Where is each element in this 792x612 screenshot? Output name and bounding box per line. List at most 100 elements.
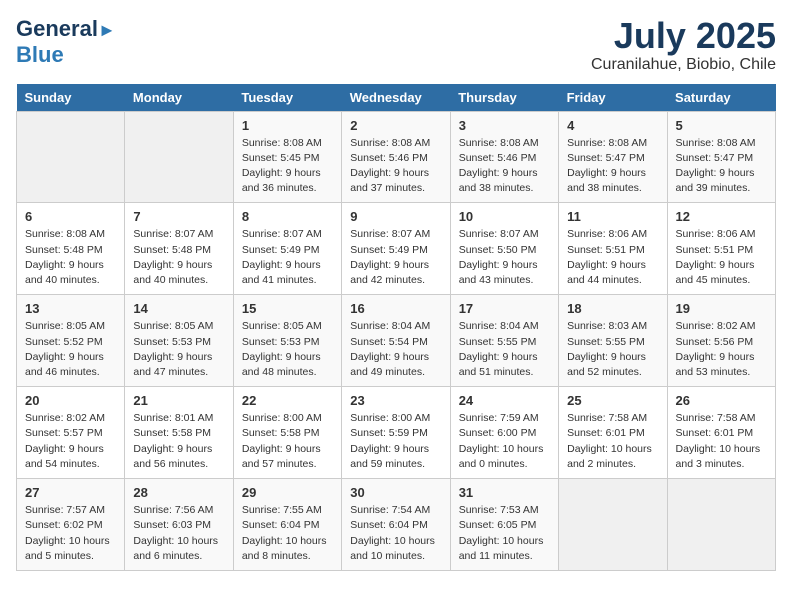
calendar-cell: 6 Sunrise: 8:08 AM Sunset: 5:48 PM Daylig…	[17, 203, 125, 295]
logo-blue: Blue	[16, 42, 64, 67]
calendar-week-row: 13 Sunrise: 8:05 AM Sunset: 5:52 PM Dayli…	[17, 295, 776, 387]
calendar-cell: 21Sunrise: 8:01 AM Sunset: 5:58 PM Dayli…	[125, 387, 233, 479]
calendar-cell: 4Sunrise: 8:08 AM Sunset: 5:47 PM Daylig…	[559, 111, 667, 203]
calendar-cell: 7 Sunrise: 8:07 AM Sunset: 5:48 PM Daylig…	[125, 203, 233, 295]
calendar-cell	[125, 111, 233, 203]
day-info: Sunrise: 8:07 AM Sunset: 5:49 PM Dayligh…	[242, 227, 333, 288]
calendar-cell	[559, 479, 667, 571]
day-info: Sunrise: 8:08 AM Sunset: 5:48 PM Dayligh…	[25, 227, 116, 288]
day-number: 11	[567, 209, 658, 224]
day-info: Sunrise: 8:08 AM Sunset: 5:46 PM Dayligh…	[459, 136, 550, 197]
day-number: 19	[676, 301, 767, 316]
day-number: 8	[242, 209, 333, 224]
day-info: Sunrise: 8:07 AM Sunset: 5:50 PM Dayligh…	[459, 227, 550, 288]
weekday-header: Tuesday	[233, 84, 341, 112]
day-info: Sunrise: 8:07 AM Sunset: 5:49 PM Dayligh…	[350, 227, 441, 288]
calendar-cell: 15 Sunrise: 8:05 AM Sunset: 5:53 PM Dayli…	[233, 295, 341, 387]
page-header: General► Blue July 2025 Curanilahue, Bio…	[16, 16, 776, 74]
day-number: 9	[350, 209, 441, 224]
day-number: 16	[350, 301, 441, 316]
logo: General► Blue	[16, 16, 116, 69]
day-info: Sunrise: 8:08 AM Sunset: 5:47 PM Dayligh…	[567, 136, 658, 197]
calendar-cell: 13 Sunrise: 8:05 AM Sunset: 5:52 PM Dayli…	[17, 295, 125, 387]
calendar-cell: 22 Sunrise: 8:00 AM Sunset: 5:58 PM Dayli…	[233, 387, 341, 479]
day-info: Sunrise: 8:01 AM Sunset: 5:58 PM Dayligh…	[133, 411, 224, 472]
day-info: Sunrise: 7:54 AM Sunset: 6:04 PM Dayligh…	[350, 503, 441, 564]
day-info: Sunrise: 8:05 AM Sunset: 5:53 PM Dayligh…	[242, 319, 333, 380]
title-block: July 2025 Curanilahue, Biobio, Chile	[591, 16, 776, 74]
location: Curanilahue, Biobio, Chile	[591, 56, 776, 74]
logo-arrow-icon: ►	[98, 20, 116, 40]
calendar-cell	[667, 479, 775, 571]
day-info: Sunrise: 8:08 AM Sunset: 5:47 PM Dayligh…	[676, 136, 767, 197]
day-number: 15	[242, 301, 333, 316]
calendar-week-row: 27Sunrise: 7:57 AM Sunset: 6:02 PM Dayli…	[17, 479, 776, 571]
day-number: 20	[25, 393, 116, 408]
calendar-cell: 27Sunrise: 7:57 AM Sunset: 6:02 PM Dayli…	[17, 479, 125, 571]
day-info: Sunrise: 8:08 AM Sunset: 5:45 PM Dayligh…	[242, 136, 333, 197]
day-info: Sunrise: 8:00 AM Sunset: 5:59 PM Dayligh…	[350, 411, 441, 472]
calendar-cell: 20 Sunrise: 8:02 AM Sunset: 5:57 PM Dayli…	[17, 387, 125, 479]
day-number: 31	[459, 485, 550, 500]
day-info: Sunrise: 8:05 AM Sunset: 5:52 PM Dayligh…	[25, 319, 116, 380]
day-info: Sunrise: 7:58 AM Sunset: 6:01 PM Dayligh…	[676, 411, 767, 472]
calendar-cell: 11 Sunrise: 8:06 AM Sunset: 5:51 PM Dayli…	[559, 203, 667, 295]
calendar-cell: 31 Sunrise: 7:53 AM Sunset: 6:05 PM Dayli…	[450, 479, 558, 571]
day-info: Sunrise: 8:02 AM Sunset: 5:56 PM Dayligh…	[676, 319, 767, 380]
day-info: Sunrise: 8:04 AM Sunset: 5:54 PM Dayligh…	[350, 319, 441, 380]
calendar-cell: 16 Sunrise: 8:04 AM Sunset: 5:54 PM Dayli…	[342, 295, 450, 387]
day-number: 7	[133, 209, 224, 224]
calendar-week-row: 20 Sunrise: 8:02 AM Sunset: 5:57 PM Dayli…	[17, 387, 776, 479]
day-number: 13	[25, 301, 116, 316]
day-number: 1	[242, 118, 333, 133]
day-number: 10	[459, 209, 550, 224]
day-info: Sunrise: 8:02 AM Sunset: 5:57 PM Dayligh…	[25, 411, 116, 472]
calendar-week-row: 6 Sunrise: 8:08 AM Sunset: 5:48 PM Daylig…	[17, 203, 776, 295]
weekday-header: Friday	[559, 84, 667, 112]
weekday-header: Sunday	[17, 84, 125, 112]
calendar-cell: 29 Sunrise: 7:55 AM Sunset: 6:04 PM Dayli…	[233, 479, 341, 571]
weekday-header-row: SundayMondayTuesdayWednesdayThursdayFrid…	[17, 84, 776, 112]
day-info: Sunrise: 8:03 AM Sunset: 5:55 PM Dayligh…	[567, 319, 658, 380]
weekday-header: Wednesday	[342, 84, 450, 112]
day-number: 28	[133, 485, 224, 500]
day-number: 17	[459, 301, 550, 316]
day-info: Sunrise: 7:53 AM Sunset: 6:05 PM Dayligh…	[459, 503, 550, 564]
calendar-cell: 1 Sunrise: 8:08 AM Sunset: 5:45 PM Daylig…	[233, 111, 341, 203]
calendar-cell: 24Sunrise: 7:59 AM Sunset: 6:00 PM Dayli…	[450, 387, 558, 479]
day-info: Sunrise: 8:00 AM Sunset: 5:58 PM Dayligh…	[242, 411, 333, 472]
calendar-cell: 10 Sunrise: 8:07 AM Sunset: 5:50 PM Dayli…	[450, 203, 558, 295]
calendar-cell: 12 Sunrise: 8:06 AM Sunset: 5:51 PM Dayli…	[667, 203, 775, 295]
day-info: Sunrise: 8:08 AM Sunset: 5:46 PM Dayligh…	[350, 136, 441, 197]
day-number: 2	[350, 118, 441, 133]
calendar-table: SundayMondayTuesdayWednesdayThursdayFrid…	[16, 84, 776, 571]
logo-text: General► Blue	[16, 16, 116, 69]
day-number: 12	[676, 209, 767, 224]
day-number: 23	[350, 393, 441, 408]
day-info: Sunrise: 8:06 AM Sunset: 5:51 PM Dayligh…	[676, 227, 767, 288]
calendar-cell: 9 Sunrise: 8:07 AM Sunset: 5:49 PM Daylig…	[342, 203, 450, 295]
day-number: 18	[567, 301, 658, 316]
day-number: 5	[676, 118, 767, 133]
day-info: Sunrise: 7:55 AM Sunset: 6:04 PM Dayligh…	[242, 503, 333, 564]
day-number: 29	[242, 485, 333, 500]
day-number: 26	[676, 393, 767, 408]
day-info: Sunrise: 8:06 AM Sunset: 5:51 PM Dayligh…	[567, 227, 658, 288]
day-info: Sunrise: 8:04 AM Sunset: 5:55 PM Dayligh…	[459, 319, 550, 380]
day-number: 3	[459, 118, 550, 133]
weekday-header: Saturday	[667, 84, 775, 112]
calendar-cell: 2 Sunrise: 8:08 AM Sunset: 5:46 PM Daylig…	[342, 111, 450, 203]
calendar-cell: 5 Sunrise: 8:08 AM Sunset: 5:47 PM Daylig…	[667, 111, 775, 203]
calendar-cell: 30Sunrise: 7:54 AM Sunset: 6:04 PM Dayli…	[342, 479, 450, 571]
calendar-cell: 25Sunrise: 7:58 AM Sunset: 6:01 PM Dayli…	[559, 387, 667, 479]
calendar-cell: 3 Sunrise: 8:08 AM Sunset: 5:46 PM Daylig…	[450, 111, 558, 203]
weekday-header: Monday	[125, 84, 233, 112]
day-number: 6	[25, 209, 116, 224]
calendar-cell: 23 Sunrise: 8:00 AM Sunset: 5:59 PM Dayli…	[342, 387, 450, 479]
day-info: Sunrise: 8:07 AM Sunset: 5:48 PM Dayligh…	[133, 227, 224, 288]
calendar-cell: 28Sunrise: 7:56 AM Sunset: 6:03 PM Dayli…	[125, 479, 233, 571]
calendar-cell: 26 Sunrise: 7:58 AM Sunset: 6:01 PM Dayli…	[667, 387, 775, 479]
day-number: 22	[242, 393, 333, 408]
calendar-cell: 14Sunrise: 8:05 AM Sunset: 5:53 PM Dayli…	[125, 295, 233, 387]
weekday-header: Thursday	[450, 84, 558, 112]
